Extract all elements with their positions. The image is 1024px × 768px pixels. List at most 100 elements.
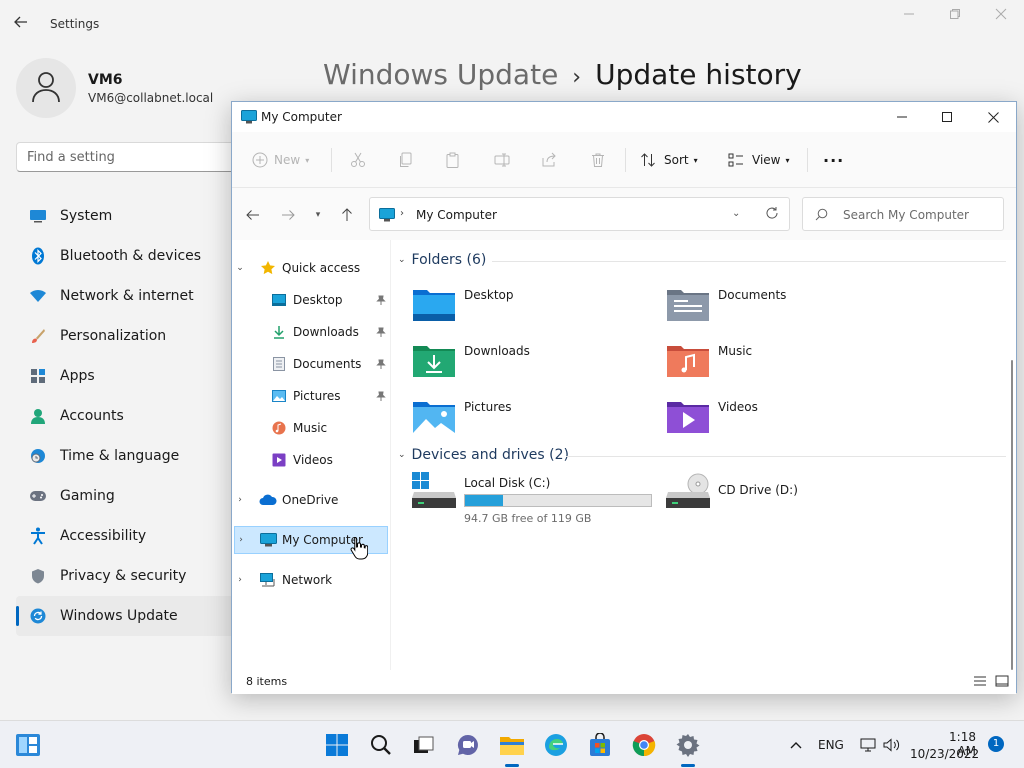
nav-downloads[interactable]: Downloads bbox=[234, 318, 388, 346]
show-hidden-icons-chevron-icon[interactable] bbox=[784, 731, 808, 759]
rename-button[interactable] bbox=[494, 148, 510, 172]
new-button[interactable]: New ▾ bbox=[252, 148, 309, 172]
nav-item-time-language[interactable]: Time & language bbox=[16, 436, 246, 476]
nav-item-privacy[interactable]: Privacy & security bbox=[16, 556, 246, 596]
scrollbar-thumb[interactable] bbox=[1011, 360, 1013, 670]
drive-cd-d[interactable]: CD Drive (D:) bbox=[666, 472, 906, 532]
chrome-browser-icon[interactable] bbox=[630, 731, 658, 759]
nav-pictures[interactable]: Pictures bbox=[234, 382, 388, 410]
nav-item-accounts[interactable]: Accounts bbox=[16, 396, 246, 436]
chevron-right-icon[interactable]: › bbox=[234, 495, 246, 505]
pin-icon[interactable] bbox=[376, 326, 386, 340]
up-arrow-icon[interactable] bbox=[337, 206, 357, 224]
chevron-down-icon[interactable]: ⌄ bbox=[234, 263, 246, 273]
search-icon[interactable] bbox=[367, 731, 395, 759]
folder-music[interactable]: Music bbox=[666, 340, 906, 390]
pin-icon[interactable] bbox=[376, 294, 386, 308]
widgets-icon[interactable] bbox=[14, 731, 42, 759]
cut-button[interactable] bbox=[350, 148, 366, 172]
desktop-icon bbox=[270, 292, 288, 308]
forward-arrow-icon[interactable] bbox=[278, 206, 298, 224]
settings-gear-icon[interactable] bbox=[674, 731, 702, 759]
documents-folder-icon bbox=[667, 290, 709, 321]
nav-item-personalization[interactable]: Personalization bbox=[16, 316, 246, 356]
folders-group-header[interactable]: ⌄ Folders (6) bbox=[398, 252, 486, 268]
chevron-right-icon[interactable]: › bbox=[235, 535, 247, 545]
language-indicator[interactable]: ENG bbox=[818, 738, 844, 752]
maximize-icon[interactable] bbox=[927, 106, 967, 128]
nav-desktop[interactable]: Desktop bbox=[234, 286, 388, 314]
music-note-icon bbox=[270, 420, 288, 436]
minimize-icon[interactable] bbox=[898, 8, 920, 26]
network-display-icon[interactable] bbox=[856, 731, 880, 759]
close-icon[interactable] bbox=[990, 8, 1012, 26]
nav-item-accessibility[interactable]: Accessibility bbox=[16, 516, 246, 556]
explorer-titlebar[interactable]: My Computer bbox=[232, 102, 1016, 132]
folder-pictures[interactable]: Pictures bbox=[412, 396, 652, 446]
nav-item-apps[interactable]: Apps bbox=[16, 356, 246, 396]
back-arrow-icon[interactable] bbox=[243, 206, 263, 224]
folder-videos[interactable]: Videos bbox=[666, 396, 906, 446]
chevron-down-icon[interactable]: ⌄ bbox=[732, 208, 740, 219]
search-box[interactable]: Search My Computer bbox=[802, 197, 1004, 231]
explorer-window: My Computer New ▾ Sort ▾ View ▾ ··· ▾ › … bbox=[231, 101, 1017, 694]
settings-nav: System Bluetooth & devices Network & int… bbox=[16, 196, 246, 636]
drive-local-disk-c[interactable]: Local Disk (C:) 94.7 GB free of 119 GB bbox=[412, 472, 672, 532]
clock-date[interactable]: 10/23/2022 bbox=[910, 747, 979, 761]
back-arrow-icon[interactable] bbox=[14, 14, 34, 34]
pin-icon[interactable] bbox=[376, 358, 386, 372]
rename-icon bbox=[494, 152, 510, 168]
nav-item-windows-update[interactable]: Windows Update bbox=[16, 596, 246, 636]
teams-chat-icon[interactable] bbox=[454, 731, 482, 759]
nav-item-system[interactable]: System bbox=[16, 196, 246, 236]
pictures-folder-icon bbox=[413, 402, 455, 433]
settings-titlebar: Settings bbox=[0, 0, 1024, 48]
refresh-icon[interactable] bbox=[765, 206, 779, 224]
breadcrumb-parent[interactable]: Windows Update bbox=[323, 58, 558, 91]
more-options-button[interactable]: ··· bbox=[823, 148, 844, 172]
restore-icon[interactable] bbox=[944, 8, 966, 26]
pin-icon[interactable] bbox=[376, 390, 386, 404]
close-icon[interactable] bbox=[973, 106, 1013, 128]
nav-videos[interactable]: Videos bbox=[234, 446, 388, 474]
notification-badge[interactable]: 1 bbox=[988, 736, 1004, 752]
nav-item-gaming[interactable]: Gaming bbox=[16, 476, 246, 516]
delete-button[interactable] bbox=[590, 148, 606, 172]
volume-icon[interactable] bbox=[880, 731, 904, 759]
chevron-right-icon[interactable]: › bbox=[234, 575, 246, 585]
scissors-icon bbox=[350, 152, 366, 168]
vertical-scrollbar[interactable] bbox=[1008, 240, 1016, 670]
folder-downloads[interactable]: Downloads bbox=[412, 340, 652, 390]
recent-locations-chevron-icon[interactable]: ▾ bbox=[308, 206, 328, 224]
microsoft-store-icon[interactable] bbox=[586, 731, 614, 759]
view-list-icon bbox=[728, 153, 744, 167]
share-button[interactable] bbox=[541, 148, 557, 172]
search-icon bbox=[815, 208, 828, 224]
view-button[interactable]: View ▾ bbox=[728, 148, 790, 172]
find-setting-input[interactable]: Find a setting bbox=[16, 142, 246, 172]
nav-network[interactable]: › Network bbox=[234, 566, 388, 594]
nav-documents[interactable]: Documents bbox=[234, 350, 388, 378]
address-bar[interactable]: › My Computer ⌄ bbox=[369, 197, 790, 231]
start-windows-icon[interactable] bbox=[323, 731, 351, 759]
paste-button[interactable] bbox=[445, 148, 461, 172]
nav-quick-access[interactable]: ⌄ Quick access bbox=[234, 254, 388, 282]
nav-music[interactable]: Music bbox=[234, 414, 388, 442]
folder-documents[interactable]: Documents bbox=[666, 284, 906, 334]
nav-item-network[interactable]: Network & internet bbox=[16, 276, 246, 316]
task-view-icon[interactable] bbox=[410, 731, 438, 759]
large-icons-view-icon[interactable] bbox=[995, 675, 1009, 687]
minimize-icon[interactable] bbox=[882, 106, 922, 128]
edge-browser-icon[interactable] bbox=[542, 731, 570, 759]
nav-item-bluetooth[interactable]: Bluetooth & devices bbox=[16, 236, 246, 276]
details-view-icon[interactable] bbox=[973, 675, 987, 687]
file-explorer-icon[interactable] bbox=[498, 731, 526, 759]
copy-button[interactable] bbox=[398, 148, 414, 172]
folder-desktop[interactable]: Desktop bbox=[412, 284, 652, 334]
drives-group-header[interactable]: ⌄ Devices and drives (2) bbox=[398, 447, 569, 463]
avatar[interactable] bbox=[16, 58, 76, 118]
nav-onedrive[interactable]: › OneDrive bbox=[234, 486, 388, 514]
address-path: My Computer bbox=[416, 208, 497, 222]
sort-button[interactable]: Sort ▾ bbox=[640, 148, 698, 172]
monitor-icon bbox=[28, 206, 48, 226]
